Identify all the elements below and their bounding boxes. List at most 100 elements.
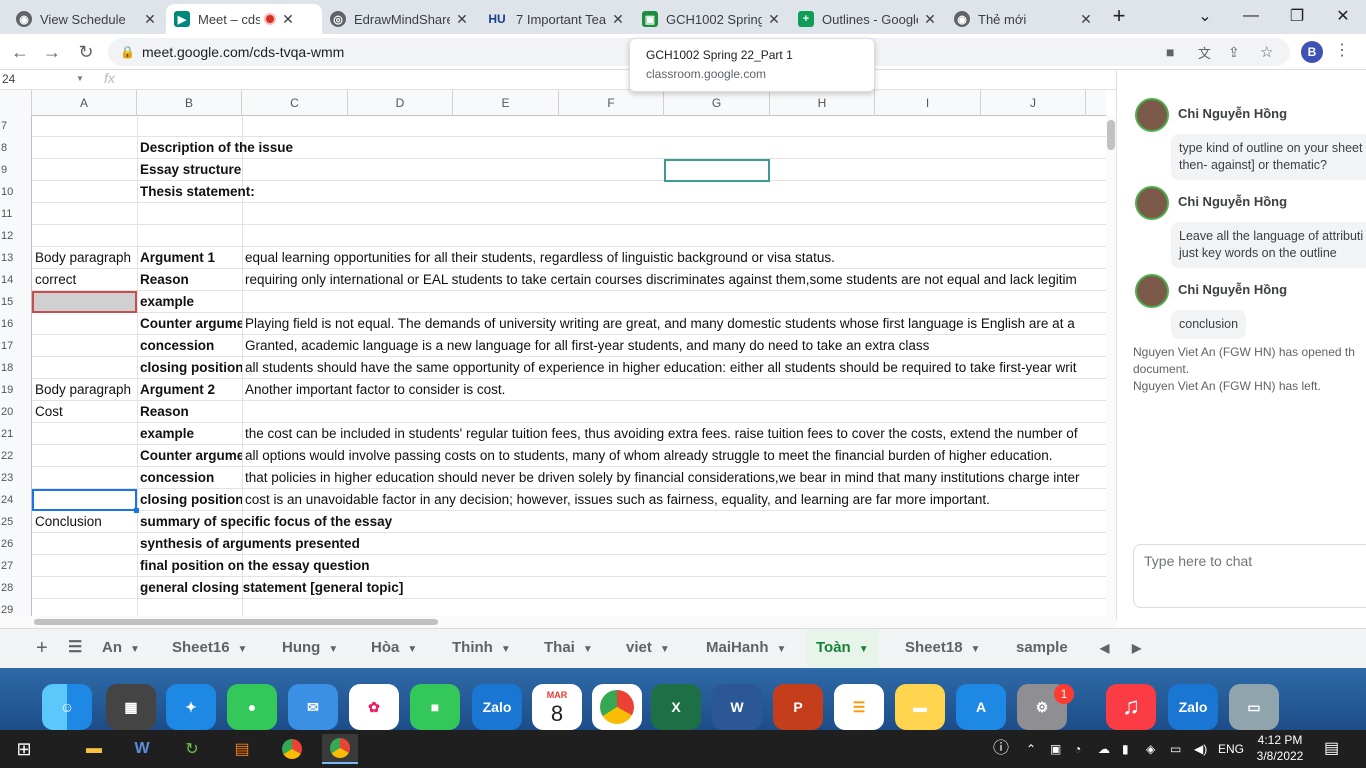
row-number[interactable]: 28 — [0, 577, 32, 599]
sheet-tab[interactable]: Toàn ▼ — [806, 629, 879, 667]
windows-start-icon[interactable]: ⊞ — [6, 734, 42, 764]
close-icon[interactable]: ✕ — [280, 11, 296, 28]
clock[interactable]: 4:12 PM 3/8/2022 — [1250, 732, 1310, 764]
photos-icon[interactable]: ✿ — [349, 684, 399, 730]
cell-col-a[interactable] — [32, 313, 137, 335]
cell-col-a[interactable]: correct — [32, 269, 137, 291]
sheet-tab[interactable]: Hòa ▼ — [361, 629, 427, 667]
facetime-icon[interactable]: ■ — [410, 684, 460, 730]
share-icon[interactable]: ⇪ — [1228, 44, 1240, 61]
close-icon[interactable]: ✕ — [766, 11, 782, 28]
finder-icon[interactable]: ☺ — [42, 684, 92, 730]
battery-icon[interactable]: ▭ — [1170, 730, 1181, 768]
zalo-icon[interactable]: Zalo — [472, 684, 522, 730]
mail-icon[interactable]: ✉ — [288, 684, 338, 730]
tab-classroom[interactable]: ▣ GCH1002 Spring 22_Part 1 ✕ — [634, 4, 790, 34]
excel-icon[interactable]: X — [651, 684, 701, 730]
sheet-tab[interactable]: Hung ▼ — [272, 629, 348, 667]
camera-icon[interactable]: ■ — [1166, 44, 1174, 60]
row-number[interactable]: 11 — [0, 203, 32, 225]
cell-col-b[interactable]: example — [137, 423, 242, 445]
chrome-taskbar-icon[interactable] — [274, 734, 310, 764]
cell-col-c[interactable] — [242, 137, 1106, 159]
menu-icon[interactable]: ⋮ — [1334, 40, 1350, 60]
row-number[interactable]: 14 — [0, 269, 32, 291]
row-number[interactable]: 8 — [0, 137, 32, 159]
close-icon[interactable]: ✕ — [610, 11, 626, 28]
row-number[interactable]: 13 — [0, 247, 32, 269]
column-header[interactable]: H — [770, 90, 875, 116]
row-number[interactable]: 20 — [0, 401, 32, 423]
messages-icon[interactable]: ● — [227, 684, 277, 730]
tab-sheets[interactable]: + Outlines - Google Sheets ✕ — [790, 4, 946, 34]
column-header[interactable]: G — [664, 90, 770, 116]
row-number[interactable]: 19 — [0, 379, 32, 401]
highlight-cell-a15[interactable] — [32, 291, 137, 313]
meet-tray-icon[interactable]: ▣ — [1050, 730, 1061, 768]
notification-center-icon[interactable]: ▤ — [1324, 730, 1339, 768]
dropdown-arrow-icon[interactable]: ▼ — [777, 644, 787, 655]
cell-col-c[interactable]: all options would involve passing costs … — [242, 445, 1106, 467]
tab-new[interactable]: ◉ Thẻ mới ✕ — [946, 4, 1102, 34]
row-number[interactable]: 18 — [0, 357, 32, 379]
close-icon[interactable]: ✕ — [142, 11, 158, 28]
cell-col-b[interactable]: Counter argume — [137, 445, 242, 467]
cell-col-a[interactable] — [32, 599, 137, 616]
row-number[interactable]: 16 — [0, 313, 32, 335]
cell-col-c[interactable] — [242, 203, 1106, 225]
cell-col-c[interactable]: that policies in higher education should… — [242, 467, 1106, 489]
cell-col-c[interactable]: cost is an unavoidable factor in any dec… — [242, 489, 1106, 511]
sheet-tab[interactable]: viet ▼ — [616, 629, 680, 667]
cell-col-a[interactable]: Body paragraph — [32, 247, 137, 269]
tray-chevron-icon[interactable]: ⌃ — [1026, 730, 1036, 768]
tab-search-icon[interactable]: ⌄ — [1182, 0, 1228, 32]
row-number[interactable]: 17 — [0, 335, 32, 357]
cell-col-a[interactable] — [32, 357, 137, 379]
green-app-icon[interactable]: ↻ — [174, 734, 210, 764]
scrollbar-thumb[interactable] — [34, 619, 438, 625]
chrome-active-taskbar-icon[interactable] — [322, 734, 358, 764]
cell-col-a[interactable] — [32, 225, 137, 247]
cell-col-c[interactable]: Another important factor to consider is … — [242, 379, 1106, 401]
close-icon[interactable]: ✕ — [454, 11, 470, 28]
sheet-tab[interactable]: Sheet16 ▼ — [162, 629, 257, 667]
file-explorer-icon[interactable]: ▬ — [76, 734, 112, 764]
vertical-scrollbar[interactable] — [1106, 116, 1116, 616]
sheet-tab[interactable]: Thai ▼ — [534, 629, 603, 667]
row-number[interactable]: 15 — [0, 291, 32, 313]
minimize-button[interactable]: — — [1228, 0, 1274, 32]
cell-col-b[interactable]: Counter argume — [137, 313, 242, 335]
word-taskbar-icon[interactable]: W — [124, 734, 160, 764]
row-number[interactable]: 29 — [0, 599, 32, 616]
column-header[interactable]: D — [348, 90, 453, 116]
cell-col-b[interactable]: Argument 1 — [137, 247, 242, 269]
select-all-corner[interactable] — [0, 90, 32, 116]
chat-input[interactable]: Type here to chat — [1133, 544, 1366, 608]
column-header[interactable]: F — [559, 90, 664, 116]
scroll-tabs-left-icon[interactable]: ◀ — [1090, 629, 1119, 667]
cloud-icon[interactable]: ☁ — [1098, 730, 1110, 768]
chrome-icon[interactable] — [592, 684, 642, 730]
all-sheets-menu-icon[interactable]: ☰ — [58, 629, 92, 667]
close-icon[interactable]: ✕ — [1078, 11, 1094, 28]
cell-col-a[interactable] — [32, 181, 137, 203]
back-button[interactable]: ← — [8, 40, 32, 64]
word-icon[interactable]: W — [712, 684, 762, 730]
cell-col-b[interactable]: concession — [137, 467, 242, 489]
preview-icon[interactable]: ▭ — [1229, 684, 1279, 730]
cell-col-c[interactable] — [242, 291, 1106, 313]
column-header[interactable]: A — [32, 90, 137, 116]
cell-col-a[interactable] — [32, 577, 137, 599]
fill-handle[interactable] — [134, 508, 139, 513]
microphone-icon[interactable]: ▮ — [1122, 730, 1129, 768]
close-icon[interactable]: ✕ — [922, 11, 938, 28]
scrollbar-thumb[interactable] — [1107, 120, 1115, 150]
network-icon[interactable]: ◔ — [1074, 730, 1081, 768]
cell-col-a[interactable] — [32, 423, 137, 445]
dropdown-arrow-icon[interactable]: ▼ — [238, 644, 248, 655]
column-header[interactable]: E — [453, 90, 559, 116]
row-number[interactable]: 23 — [0, 467, 32, 489]
cell-col-c[interactable] — [242, 555, 1106, 577]
dropdown-arrow-icon[interactable]: ▼ — [76, 74, 84, 83]
pdf-app-icon[interactable]: ▤ — [224, 734, 260, 764]
